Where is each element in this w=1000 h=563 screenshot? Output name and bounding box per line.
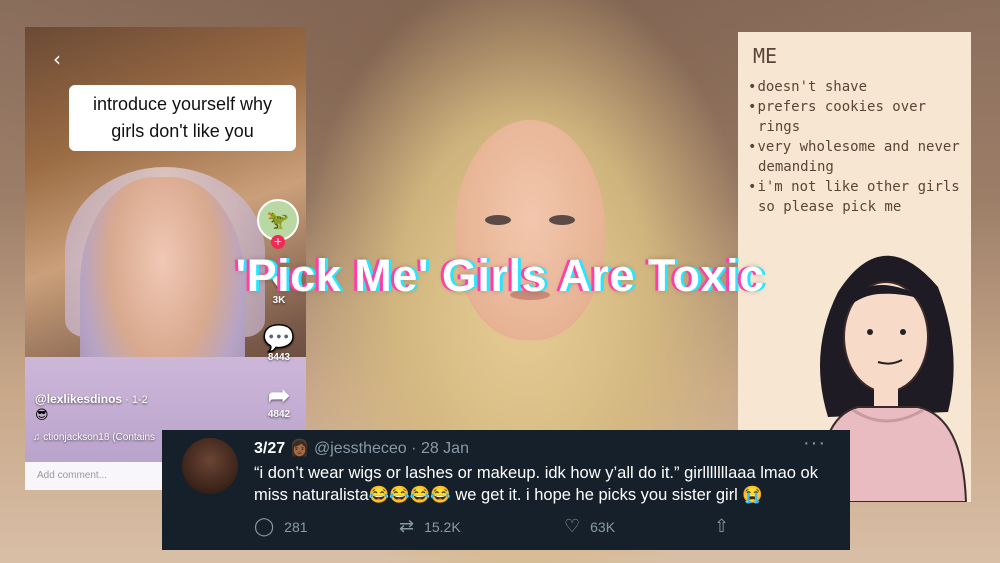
tiktok-username[interactable]: @lexlikesdinos · 1-2 — [35, 392, 148, 406]
tiktok-sound[interactable]: ♫ ctionjackson18 (Contains — [33, 432, 155, 443]
me-list-item: i'm not like other girls so please pick … — [748, 177, 968, 217]
share-upload-icon: ⇧ — [714, 516, 730, 536]
retweet-button[interactable]: ⇄ 15.2K — [399, 516, 461, 537]
heart-outline-icon: ♡ — [564, 516, 581, 536]
more-options-icon[interactable]: ··· — [803, 432, 826, 455]
tweet-header: 3/27 👩🏾 @jesstheceo · 28 Jan — [254, 438, 469, 458]
music-note-icon: ♫ — [33, 432, 44, 443]
tiktok-action-rail: 🦖 + ♥ 3K 💬 8443 ➦ 4842 — [257, 199, 305, 420]
left-eye — [485, 215, 511, 225]
center-face — [455, 120, 605, 340]
tweet-handle[interactable]: @jesstheceo — [314, 440, 407, 457]
page-title: 'Pick Me' Girls Are Toxic — [235, 250, 765, 301]
reply-icon: ◯ — [254, 516, 275, 536]
sunglasses-emoji-icon: 😎 — [35, 408, 49, 423]
share-button[interactable]: ⇧ — [714, 516, 729, 537]
share-arrow-icon: ➦ — [268, 380, 290, 410]
separator-dot: · — [411, 440, 417, 457]
me-list-item: very wholesome and never demanding — [748, 137, 968, 177]
tweet-date[interactable]: 28 Jan — [421, 440, 469, 457]
tweet-text: “i don’t wear wigs or lashes or makeup. … — [254, 464, 818, 504]
tweet-card[interactable]: 3/27 👩🏾 @jesstheceo · 28 Jan ··· “i don’… — [162, 430, 850, 550]
me-heading: ME — [753, 44, 778, 68]
me-list-item: doesn't shave — [748, 77, 968, 97]
like-count-tweet: 63K — [590, 518, 616, 535]
tiktok-caption: introduce yourself why girls don't like … — [69, 85, 296, 151]
comment-count[interactable]: 💬 8443 — [257, 324, 301, 363]
reply-button[interactable]: ◯ 281 — [254, 516, 308, 537]
retweet-count: 15.2K — [424, 518, 461, 535]
comment-icon: 💬 — [262, 323, 296, 353]
share-count[interactable]: ➦ 4842 — [257, 381, 301, 420]
like-button[interactable]: ♡ 63K — [564, 516, 615, 537]
chevron-left-icon[interactable]: ‹ — [53, 47, 61, 71]
me-list-item: prefers cookies over rings — [748, 97, 968, 137]
right-eye — [549, 215, 575, 225]
avatar[interactable] — [182, 438, 238, 494]
me-list: doesn't shave prefers cookies over rings… — [748, 77, 968, 217]
tweet-display-name[interactable]: 3/27 — [254, 440, 285, 457]
reply-count: 281 — [284, 518, 308, 535]
follow-plus-icon[interactable]: + — [271, 235, 285, 249]
person-emoji-icon: 👩🏾 — [289, 440, 310, 457]
retweet-icon: ⇄ — [399, 516, 415, 536]
